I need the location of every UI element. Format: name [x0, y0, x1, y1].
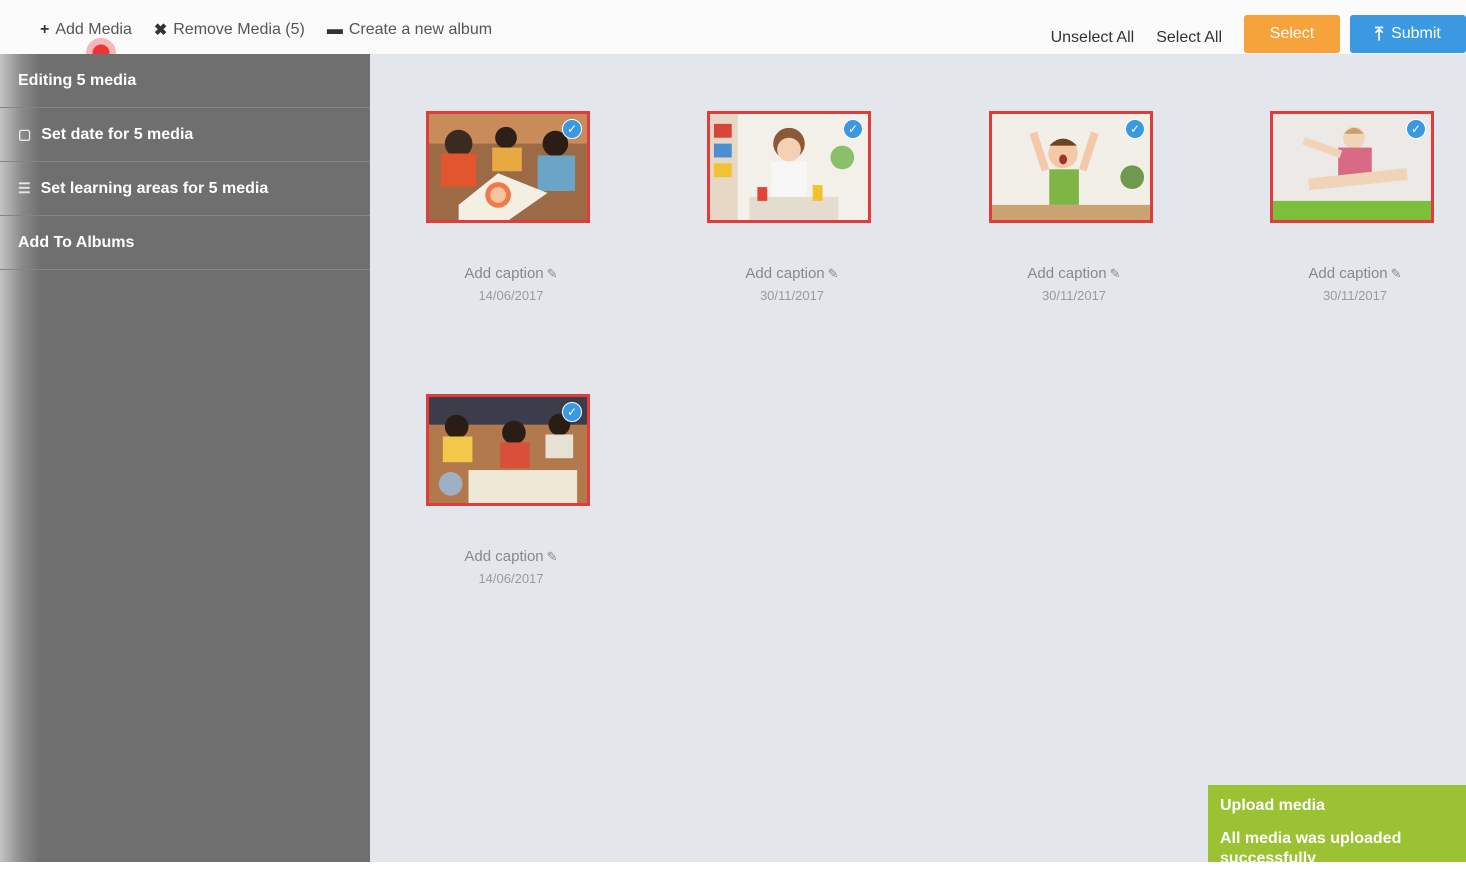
select-button[interactable]: Select [1244, 15, 1340, 53]
sidebar-item-set-date[interactable]: ▢ Set date for 5 media [0, 108, 370, 162]
submit-button-label: Submit [1391, 25, 1441, 42]
edit-icon: ✎ [1390, 266, 1402, 281]
toolbar-actions: + Add Media ✖ Remove Media (5) ▬ Create … [40, 20, 492, 40]
sidebar-item-learning-areas[interactable]: ☰ Set learning areas for 5 media [0, 162, 370, 216]
add-caption-button[interactable]: Add caption ✎ [426, 265, 596, 282]
media-date: 14/06/2017 [478, 288, 544, 303]
selected-check-icon: ✓ [562, 402, 582, 422]
media-date: 30/11/2017 [1322, 288, 1388, 303]
add-media-button[interactable]: + Add Media [40, 21, 132, 39]
media-thumbnail[interactable]: ✓ [1270, 111, 1434, 223]
sidebar-header-label: Editing 5 media [18, 71, 137, 89]
select-all-button[interactable]: Select All [1156, 29, 1222, 47]
selected-check-icon: ✓ [562, 119, 582, 139]
x-icon: ✖ [153, 22, 168, 39]
create-album-button[interactable]: ▬ Create a new album [327, 21, 492, 39]
remove-media-label: Remove Media (5) [173, 21, 305, 38]
add-media-label: Add Media [55, 21, 132, 38]
submit-button[interactable]: ⤒ Submit [1350, 15, 1466, 53]
edit-icon: ✎ [1109, 266, 1121, 281]
edit-icon: ✎ [827, 266, 839, 281]
caption-label: Add caption [745, 265, 825, 282]
selected-check-icon: ✓ [1406, 119, 1426, 139]
unselect-all-button[interactable]: Unselect All [1051, 29, 1135, 47]
caption-label: Add caption [464, 265, 544, 282]
media-date: 30/11/2017 [1041, 288, 1107, 303]
media-date: 30/11/2017 [759, 288, 825, 303]
edit-sidebar: Editing 5 media ▢ Set date for 5 media ☰… [0, 54, 370, 862]
media-gallery: ✓ Add caption ✎ 14/06/2017 ✓ Add caption… [370, 54, 1466, 862]
edit-icon: ✎ [546, 549, 558, 564]
folder-icon: ▬ [326, 21, 343, 38]
calendar-icon: ▢ [18, 126, 32, 142]
add-caption-button[interactable]: Add caption ✎ [426, 548, 596, 565]
sidebar-item-add-to-albums[interactable]: Add To Albums [0, 216, 370, 270]
selected-check-icon: ✓ [1125, 119, 1145, 139]
media-date: 14/06/2017 [478, 571, 544, 586]
caption-label: Add caption [1027, 265, 1107, 282]
sidebar-header: Editing 5 media [0, 54, 370, 108]
media-thumbnail[interactable]: ✓ [989, 111, 1153, 223]
caption-label: Add caption [464, 548, 544, 565]
media-card: ✓ Add caption ✎ 14/06/2017 [426, 394, 596, 586]
selected-check-icon: ✓ [843, 119, 863, 139]
toast-message: All media was uploaded successfully [1220, 830, 1402, 867]
media-thumbnail[interactable]: ✓ [426, 394, 590, 506]
add-caption-button[interactable]: Add caption ✎ [989, 265, 1159, 282]
media-thumbnail[interactable]: ✓ [426, 111, 590, 223]
add-caption-button[interactable]: Add caption ✎ [1270, 265, 1440, 282]
plus-icon: + [40, 21, 50, 38]
remove-media-button[interactable]: ✖ Remove Media (5) [154, 20, 305, 40]
create-album-label: Create a new album [348, 21, 493, 38]
sidebar-item-label: Set learning areas for 5 media [40, 179, 269, 197]
media-card: ✓ Add caption ✎ 30/11/2017 [989, 111, 1159, 303]
add-caption-button[interactable]: Add caption ✎ [707, 265, 877, 282]
media-card: ✓ Add caption ✎ 30/11/2017 [1270, 111, 1440, 303]
upload-success-toast: Upload media All media was uploaded succ… [1208, 785, 1466, 867]
top-toolbar: + Add Media ✖ Remove Media (5) ▬ Create … [0, 0, 1466, 54]
select-button-label: Select [1269, 25, 1315, 42]
list-icon: ☰ [18, 180, 31, 196]
toast-title: Upload media [1220, 797, 1325, 814]
toolbar-right: Unselect All Select All Select ⤒ Submit [1051, 14, 1466, 54]
caption-label: Add caption [1308, 265, 1388, 282]
media-thumbnail[interactable]: ✓ [707, 111, 871, 223]
media-card: ✓ Add caption ✎ 14/06/2017 [426, 111, 596, 303]
sidebar-item-label: Set date for 5 media [41, 125, 194, 143]
sidebar-item-label: Add To Albums [18, 233, 135, 251]
media-card: ✓ Add caption ✎ 30/11/2017 [707, 111, 877, 303]
edit-icon: ✎ [546, 266, 558, 281]
upload-icon: ⤒ [1375, 23, 1384, 44]
